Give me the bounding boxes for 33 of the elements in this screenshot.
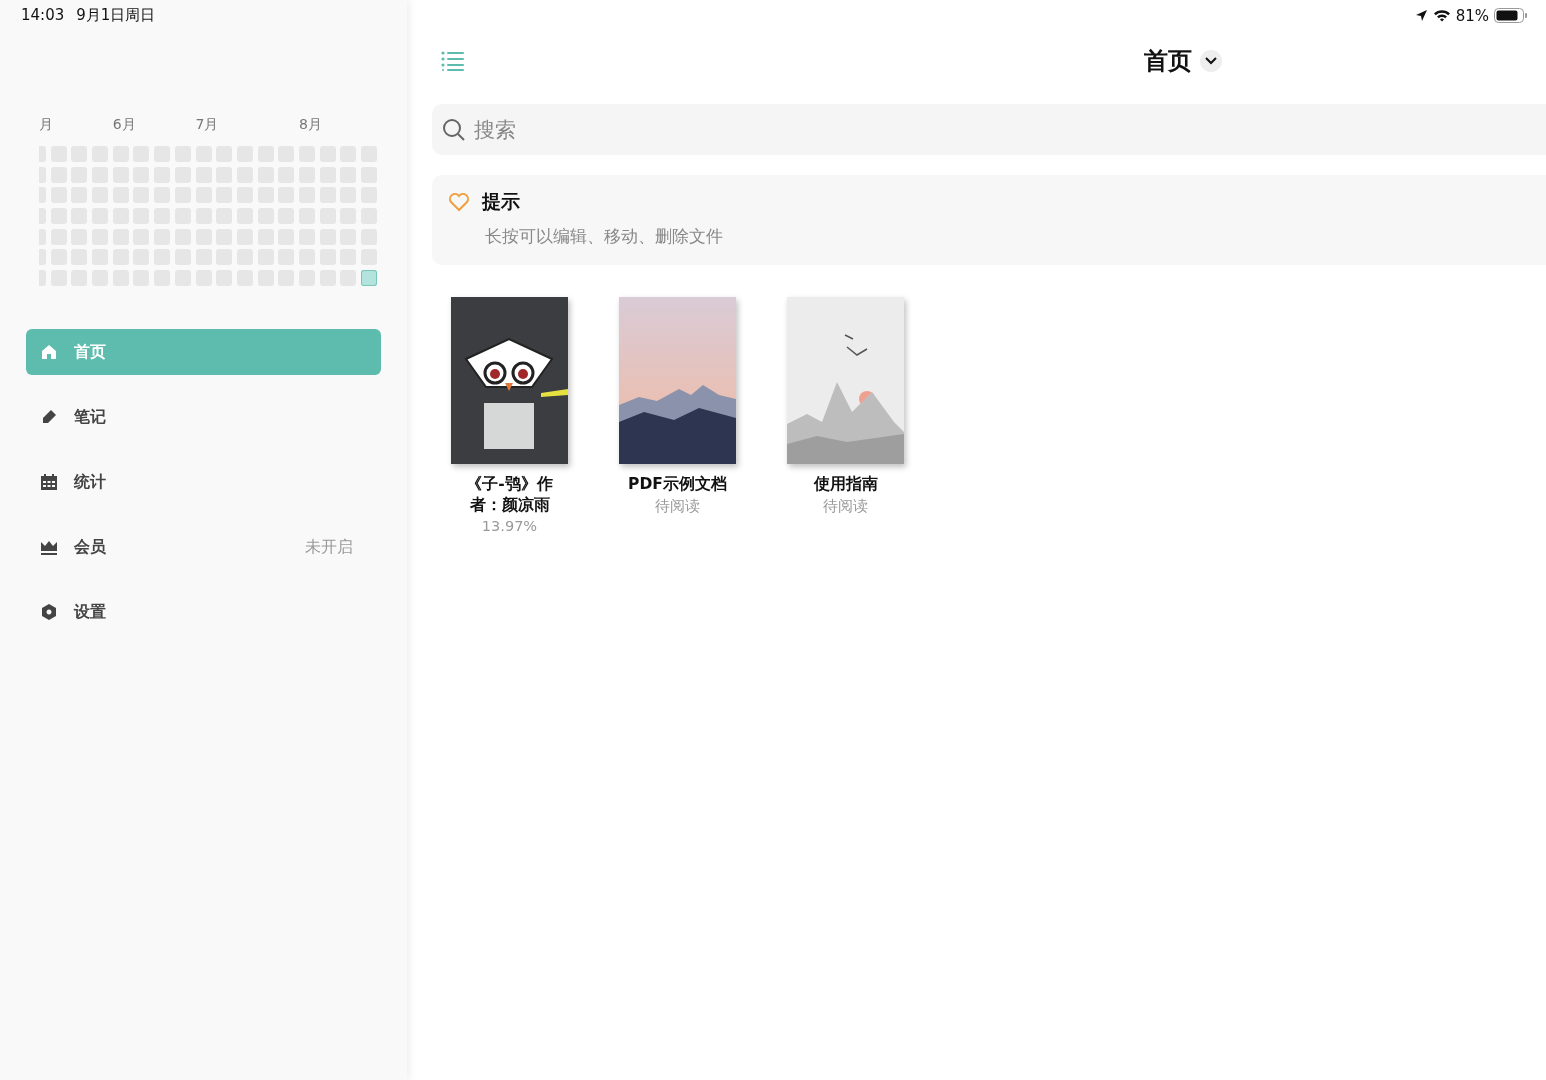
book-status: 13.97% bbox=[481, 518, 538, 534]
book-title[interactable]: 《子-鸮》作者：颜凉雨 bbox=[451, 474, 568, 516]
status-label: 未开启 bbox=[305, 536, 353, 558]
status-date: 9月1日周日 bbox=[76, 6, 156, 26]
wifi-icon bbox=[1432, 9, 1451, 22]
book-status: 待阅读 bbox=[655, 497, 700, 516]
tip-text: 长按可以编辑、移动、删除文件 bbox=[485, 225, 724, 248]
search-icon bbox=[442, 117, 466, 142]
month-label: 7月 bbox=[195, 116, 220, 134]
status-time: 14:03 bbox=[21, 6, 65, 26]
nav-item[interactable]: 笔记 bbox=[26, 394, 381, 441]
location-arrow-icon bbox=[1414, 9, 1428, 22]
heart-icon bbox=[448, 192, 470, 212]
month-label: 8月 bbox=[298, 116, 323, 134]
dropdown-button[interactable] bbox=[1200, 50, 1222, 72]
book-status: 待阅读 bbox=[823, 497, 868, 516]
chevron-down-icon bbox=[1205, 57, 1217, 65]
battery-icon bbox=[1494, 8, 1528, 23]
month-label: 月 bbox=[39, 116, 54, 134]
calendar-icon bbox=[40, 473, 58, 492]
nav-item[interactable]: 会员 未开启 bbox=[26, 524, 381, 571]
nav-item[interactable]: 统计 bbox=[26, 459, 381, 506]
nav-item[interactable]: 设置 bbox=[26, 589, 381, 636]
month-label: 6月 bbox=[112, 116, 137, 134]
search-input[interactable]: 搜索 bbox=[472, 116, 1546, 143]
home-icon bbox=[40, 343, 58, 362]
book-title[interactable]: PDF示例文档 bbox=[619, 474, 736, 495]
tip-title: 提示 bbox=[482, 189, 520, 214]
book-title[interactable]: 使用指南 bbox=[787, 474, 904, 495]
settings-icon bbox=[40, 603, 58, 622]
battery-percent: 81% bbox=[1455, 6, 1489, 25]
search-field[interactable]: 搜索 bbox=[432, 104, 1546, 155]
page-title: 首页 bbox=[1144, 46, 1192, 77]
